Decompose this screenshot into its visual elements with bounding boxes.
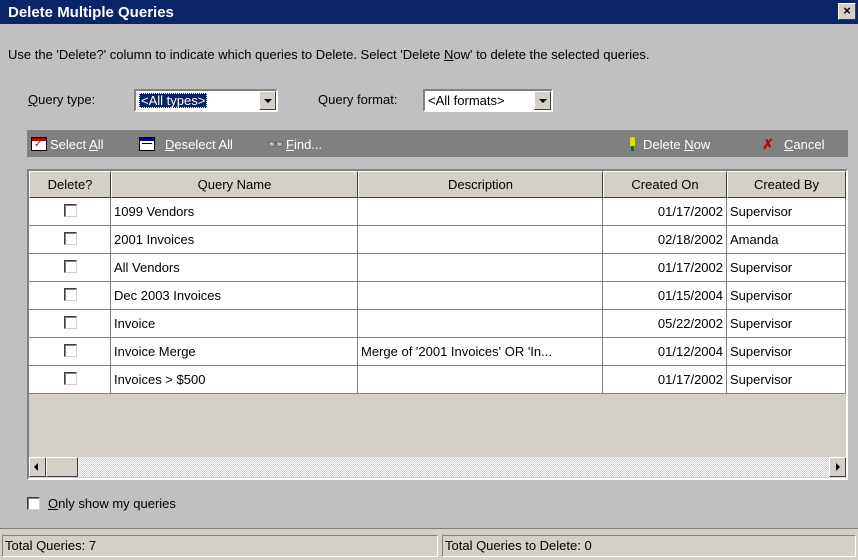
description-cell (358, 366, 603, 394)
description-cell (358, 310, 603, 338)
description-cell (358, 254, 603, 282)
created-on-cell: 01/12/2004 (603, 338, 727, 366)
close-button[interactable]: × (838, 3, 856, 20)
created-on-cell: 05/22/2002 (603, 310, 727, 338)
query-type-value: <All types> (139, 93, 208, 108)
delete-checkbox[interactable] (64, 232, 77, 245)
description-cell: Merge of '2001 Invoices' OR 'In... (358, 338, 603, 366)
delete-cell (29, 254, 111, 282)
delete-checkbox[interactable] (64, 316, 77, 329)
find-button[interactable]: 👓 Find... (267, 134, 322, 154)
delete-checkbox[interactable] (64, 288, 77, 301)
query-format-value: <All formats> (428, 93, 505, 108)
deselect-all-icon (139, 137, 155, 151)
delete-now-icon (627, 137, 637, 151)
select-all-icon (31, 137, 47, 151)
query-name-cell: Invoice Merge (111, 338, 358, 366)
created-by-cell: Supervisor (727, 254, 846, 282)
cancel-button[interactable]: ✗ Cancel (760, 134, 824, 154)
column-header-created-on[interactable]: Created On (603, 171, 727, 198)
delete-cell (29, 338, 111, 366)
deselect-all-button[interactable]: Deselect All (139, 134, 233, 154)
total-queries-status: Total Queries: 7 (2, 535, 438, 557)
query-format-select[interactable]: <All formats> (423, 89, 553, 112)
description-cell (358, 226, 603, 254)
instructions-text: Use the 'Delete?' column to indicate whi… (8, 47, 650, 62)
scrollbar-thumb[interactable] (46, 457, 78, 477)
scroll-right-icon[interactable] (829, 457, 846, 477)
filters-row: Query type: <All types> Query format: <A… (28, 89, 848, 119)
column-header-delete[interactable]: Delete? (29, 171, 111, 198)
deselect-all-label: Deselect All (165, 136, 233, 152)
delete-checkbox[interactable] (64, 344, 77, 357)
window-title: Delete Multiple Queries (8, 4, 174, 21)
delete-cell (29, 310, 111, 338)
created-on-cell: 01/15/2004 (603, 282, 727, 310)
cancel-icon: ✗ (762, 136, 774, 152)
queries-grid[interactable]: Delete? Query Name Description Created O… (27, 169, 848, 480)
created-by-cell: Supervisor (727, 366, 846, 394)
query-type-label: Query type: (28, 92, 96, 107)
query-type-select[interactable]: <All types> (134, 89, 278, 112)
table-row[interactable]: Invoice Merge Merge of '2001 Invoices' OR… (29, 338, 846, 366)
delete-cell (29, 366, 111, 394)
created-by-cell: Amanda (727, 226, 846, 254)
toolbar: Select All Deselect All 👓 Find... Delete… (27, 130, 848, 157)
table-row[interactable]: 1099 Vendors 01/17/2002 Supervisor (29, 198, 846, 226)
delete-now-label: Delete Now (643, 136, 711, 152)
delete-checkbox[interactable] (64, 372, 77, 385)
created-by-cell: Supervisor (727, 338, 846, 366)
only-show-my-queries[interactable]: Only show my queries (27, 496, 176, 511)
find-label: Find... (286, 136, 323, 152)
query-format-label: Query format: (318, 92, 398, 107)
created-on-cell: 02/18/2002 (603, 226, 727, 254)
select-all-label: Select All (50, 136, 104, 152)
binoculars-icon: 👓 (267, 136, 285, 152)
cancel-label: Cancel (784, 136, 825, 152)
query-name-cell: All Vendors (111, 254, 358, 282)
description-cell (358, 282, 603, 310)
chevron-down-icon[interactable] (534, 91, 551, 110)
created-by-cell: Supervisor (727, 282, 846, 310)
total-to-delete-status: Total Queries to Delete: 0 (442, 535, 856, 557)
only-show-my-queries-checkbox[interactable] (27, 497, 40, 510)
scrollbar-track[interactable] (46, 457, 829, 477)
table-row[interactable]: All Vendors 01/17/2002 Supervisor (29, 254, 846, 282)
delete-cell (29, 226, 111, 254)
chevron-down-icon[interactable] (259, 91, 276, 110)
column-header-created-by[interactable]: Created By (727, 171, 846, 198)
close-icon: × (843, 3, 851, 18)
query-name-cell: Invoice (111, 310, 358, 338)
query-name-cell: Invoices > $500 (111, 366, 358, 394)
delete-checkbox[interactable] (64, 260, 77, 273)
delete-cell (29, 198, 111, 226)
horizontal-scrollbar[interactable] (29, 457, 846, 477)
table-row[interactable]: Invoice 05/22/2002 Supervisor (29, 310, 846, 338)
delete-cell (29, 282, 111, 310)
created-on-cell: 01/17/2002 (603, 254, 727, 282)
table-row[interactable]: Dec 2003 Invoices 01/15/2004 Supervisor (29, 282, 846, 310)
scroll-left-icon[interactable] (29, 457, 46, 477)
delete-checkbox[interactable] (64, 204, 77, 217)
delete-now-button[interactable]: Delete Now (627, 134, 710, 154)
query-name-cell: Dec 2003 Invoices (111, 282, 358, 310)
column-header-query-name[interactable]: Query Name (111, 171, 358, 198)
title-bar: Delete Multiple Queries × (0, 0, 858, 24)
only-show-my-queries-label: Only show my queries (48, 496, 176, 511)
table-row[interactable]: 2001 Invoices 02/18/2002 Amanda (29, 226, 846, 254)
column-header-description[interactable]: Description (358, 171, 603, 198)
created-on-cell: 01/17/2002 (603, 198, 727, 226)
table-row[interactable]: Invoices > $500 01/17/2002 Supervisor (29, 366, 846, 394)
query-name-cell: 1099 Vendors (111, 198, 358, 226)
created-by-cell: Supervisor (727, 310, 846, 338)
description-cell (358, 198, 603, 226)
created-by-cell: Supervisor (727, 198, 846, 226)
select-all-button[interactable]: Select All (31, 134, 103, 154)
status-bar: Total Queries: 7 Total Queries to Delete… (0, 528, 858, 560)
grid-body: Delete? Query Name Description Created O… (29, 171, 846, 451)
created-on-cell: 01/17/2002 (603, 366, 727, 394)
query-name-cell: 2001 Invoices (111, 226, 358, 254)
